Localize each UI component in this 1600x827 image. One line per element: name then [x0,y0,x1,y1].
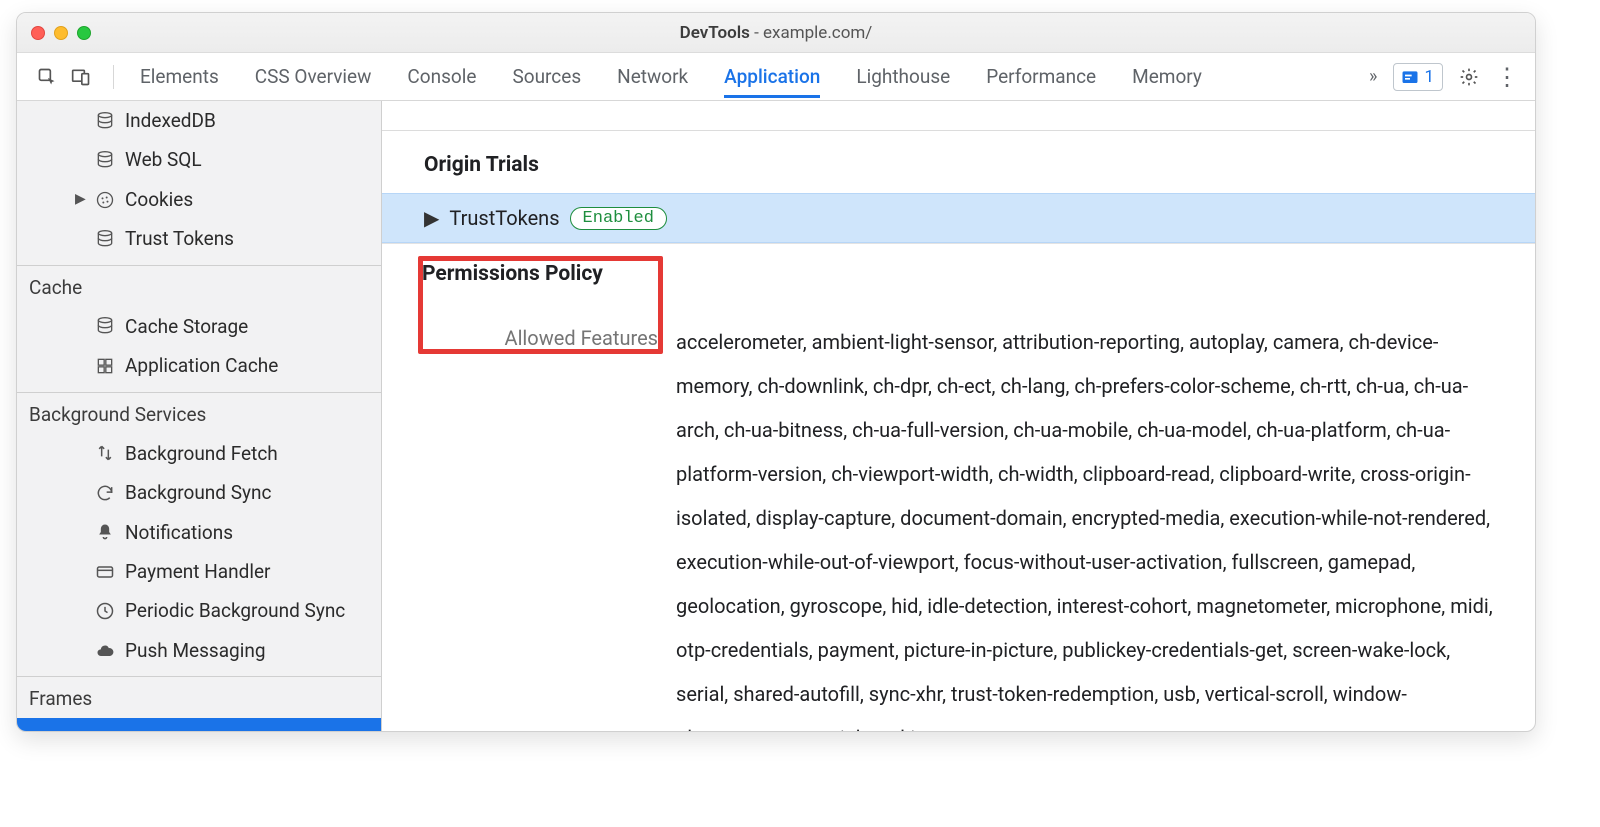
cloud-icon [95,641,115,661]
sidebar-item-trust-tokens[interactable]: Trust Tokens [17,219,381,258]
sidebar-item-bg-fetch[interactable]: Background Fetch [17,434,381,473]
close-window-button[interactable] [31,26,45,40]
card-icon [95,562,115,582]
database-icon [95,111,115,131]
permissions-policy-title: Permissions Policy [422,262,658,286]
sidebar-item-label: Periodic Background Sync [125,596,345,625]
sidebar-item-label: Notifications [125,518,233,547]
grid-icon [95,356,115,376]
tab-console[interactable]: Console [407,55,476,98]
frame-icon [95,728,115,731]
maximize-window-button[interactable] [77,26,91,40]
sidebar-item-bg-sync[interactable]: Background Sync [17,473,381,512]
sidebar-item-label: IndexedDB [125,106,216,135]
settings-icon[interactable] [1459,67,1479,87]
issues-count: 1 [1424,67,1434,87]
expand-caret-icon[interactable]: ▶ [75,727,86,731]
trial-status-badge: Enabled [570,207,667,230]
titlebar: DevTools - example.com/ [17,13,1535,53]
cookie-icon [95,190,115,210]
sidebar-item-frame-top[interactable]: ▶ top [17,718,381,731]
tab-performance[interactable]: Performance [986,55,1096,98]
sidebar-item-label: Background Fetch [125,439,278,468]
sidebar-item-label: Background Sync [125,478,271,507]
sidebar-item-periodic-sync[interactable]: Periodic Background Sync [17,591,381,630]
tab-sources[interactable]: Sources [512,55,581,98]
sidebar-item-label: Trust Tokens [125,224,234,253]
sidebar-item-notifications[interactable]: Notifications [17,513,381,552]
sidebar-item-push[interactable]: Push Messaging [17,631,381,670]
sidebar-item-cookies[interactable]: ▶ Cookies [17,180,381,219]
sidebar-item-payment[interactable]: Payment Handler [17,552,381,591]
devtools-window: DevTools - example.com/ Elements CSS Ove… [16,12,1536,732]
window-title-url: example.com/ [763,23,872,43]
sidebar-item-websql[interactable]: Web SQL [17,140,381,179]
tab-application[interactable]: Application [724,55,820,98]
issues-icon [1400,68,1418,86]
main-pane: Origin Trials ▶ TrustTokens Enabled Perm… [382,101,1535,731]
sidebar-cache-list: Cache Storage Application Cache [17,307,381,392]
body: IndexedDB Web SQL ▶ Cookies Trust Tokens… [17,101,1535,731]
allowed-features-label: Allowed Features [422,326,658,350]
tab-css-overview[interactable]: CSS Overview [255,55,372,98]
allowed-features-value: accelerometer, ambient-light-sensor, att… [676,262,1495,731]
sidebar-frames-list: ▶ top [17,718,381,731]
sidebar-item-label: Web SQL [125,145,202,174]
sidebar-bg-list: Background Fetch Background Sync Notific… [17,434,381,677]
minimize-window-button[interactable] [54,26,68,40]
sidebar: IndexedDB Web SQL ▶ Cookies Trust Tokens… [17,101,382,731]
sidebar-item-label: Payment Handler [125,557,270,586]
origin-trial-name: TrustTokens [449,206,559,230]
sidebar-item-label: Cache Storage [125,312,248,341]
divider [113,65,114,89]
bell-icon [95,522,115,542]
window-title: DevTools - example.com/ [680,23,873,43]
sidebar-item-app-cache[interactable]: Application Cache [17,346,381,385]
sidebar-item-label: top [125,723,153,731]
toolbar: Elements CSS Overview Console Sources Ne… [17,53,1535,101]
permissions-policy-section: Permissions Policy Allowed Features acce… [382,244,1535,731]
panel-tabs: Elements CSS Overview Console Sources Ne… [140,55,1367,98]
clock-icon [95,601,115,621]
window-controls [31,26,91,40]
database-icon [95,316,115,336]
tab-elements[interactable]: Elements [140,55,219,98]
expand-caret-icon[interactable]: ▶ [75,189,86,211]
issues-badge[interactable]: 1 [1393,63,1443,91]
sidebar-header-cache: Cache [17,265,381,307]
database-icon [95,229,115,249]
sidebar-item-cache-storage[interactable]: Cache Storage [17,307,381,346]
inspect-icon[interactable] [37,67,57,87]
sidebar-item-label: Push Messaging [125,636,266,665]
sidebar-storage-list: IndexedDB Web SQL ▶ Cookies Trust Tokens [17,101,381,265]
more-tabs-icon[interactable]: » [1369,66,1377,87]
sidebar-header-frames: Frames [17,676,381,718]
sidebar-header-bg-services: Background Services [17,392,381,434]
sidebar-item-indexeddb[interactable]: IndexedDB [17,101,381,140]
sidebar-item-label: Cookies [125,185,193,214]
tab-lighthouse[interactable]: Lighthouse [856,55,950,98]
sidebar-item-label: Application Cache [125,351,278,380]
tab-memory[interactable]: Memory [1132,55,1202,98]
sync-icon [95,483,115,503]
swap-icon [95,443,115,463]
blank-strip [382,101,1535,131]
window-title-app: DevTools [680,23,750,43]
tab-network[interactable]: Network [617,55,688,98]
device-toggle-icon[interactable] [71,67,91,87]
origin-trial-row[interactable]: ▶ TrustTokens Enabled [382,193,1535,243]
origin-trials-title: Origin Trials [382,131,1535,193]
expand-caret-icon[interactable]: ▶ [424,206,439,230]
database-icon [95,150,115,170]
